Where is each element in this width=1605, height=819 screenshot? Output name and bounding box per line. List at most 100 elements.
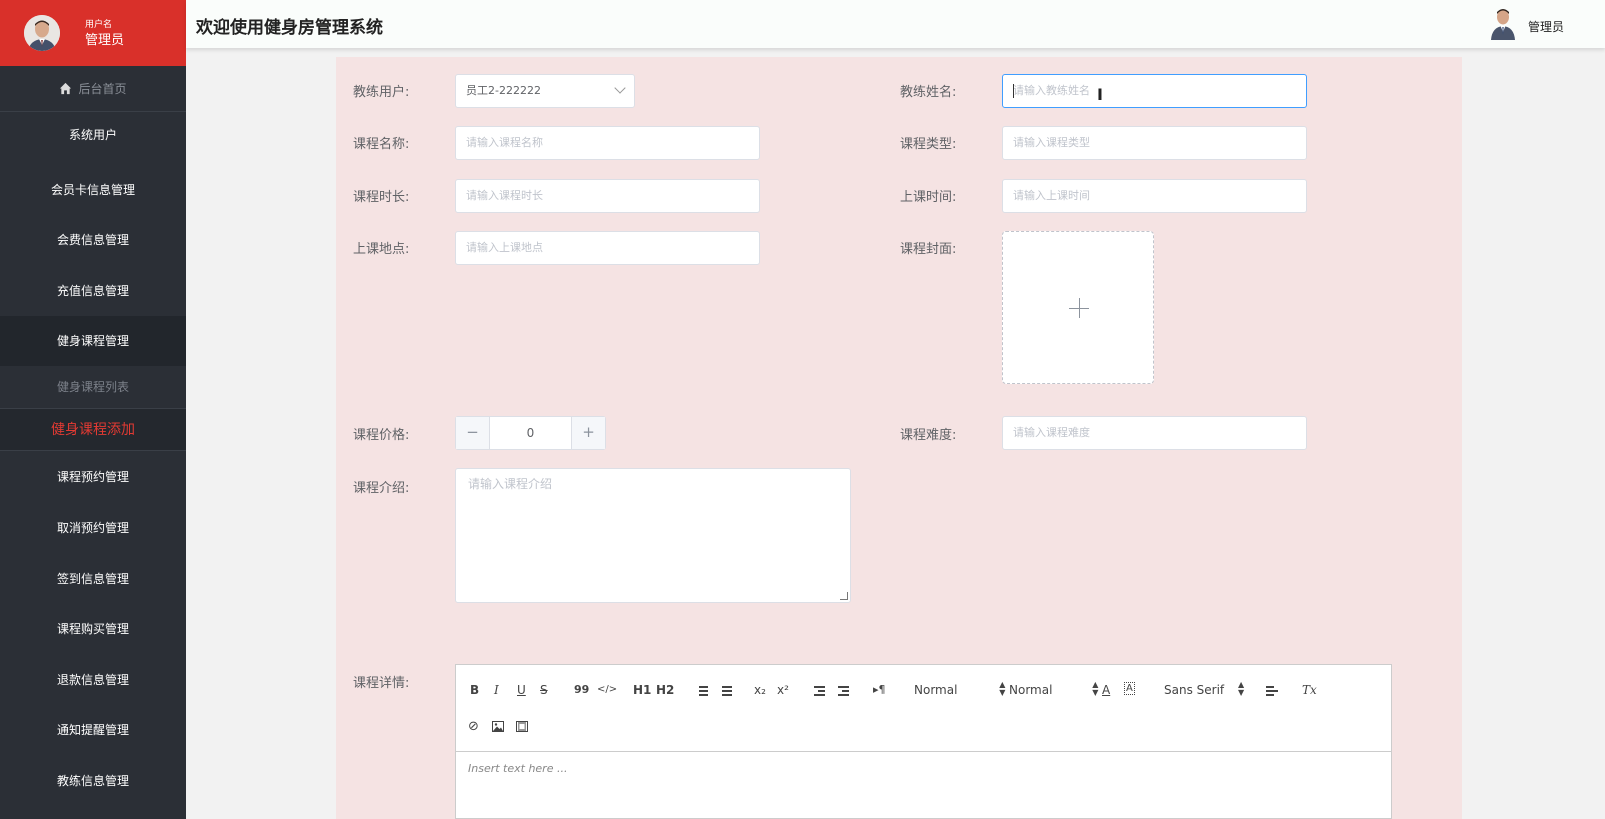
clean-format-icon[interactable]: Tx bbox=[1302, 683, 1317, 697]
bold-icon[interactable]: B bbox=[470, 683, 479, 697]
header-select-value: Normal bbox=[914, 683, 958, 697]
indent-line bbox=[818, 690, 825, 692]
chevron-down-icon bbox=[614, 82, 626, 94]
location-label: 上课地点: bbox=[353, 242, 410, 257]
align-line bbox=[1266, 690, 1278, 692]
price-stepper[interactable]: − 0 + bbox=[455, 416, 606, 450]
italic-icon[interactable]: I bbox=[494, 683, 499, 697]
course-name-input[interactable]: 请输入课程名称 bbox=[455, 126, 760, 160]
top-header: 欢迎使用健身房管理系统 管理员 bbox=[186, 0, 1605, 48]
sidebar-item-fee-management[interactable]: 会费信息管理 bbox=[0, 215, 186, 265]
sidebar-user-header: 用户名 管理员 bbox=[0, 0, 186, 66]
code-icon[interactable]: </> bbox=[597, 684, 617, 695]
price-value[interactable]: 0 bbox=[490, 417, 571, 449]
coach-user-label: 教练用户: bbox=[353, 85, 410, 100]
editor-placeholder: Insert text here ... bbox=[468, 762, 568, 775]
sidebar-item-system-users[interactable]: 系统用户 bbox=[0, 112, 186, 158]
difficulty-input[interactable]: 请输入课程难度 bbox=[1002, 416, 1307, 450]
list-line bbox=[722, 686, 732, 688]
editor-toolbar: B I U S 99 </> H1 H2 x₂ x² ▸¶ Normal ▲ ▼… bbox=[456, 665, 1391, 752]
page-title: 欢迎使用健身房管理系统 bbox=[196, 18, 383, 38]
header-select[interactable]: Normal ▲ ▼ bbox=[914, 681, 1005, 698]
sidebar-item-checkin-management[interactable]: 签到信息管理 bbox=[0, 554, 186, 604]
coach-user-select[interactable]: 员工2-222222 bbox=[455, 74, 635, 108]
strike-icon[interactable]: S bbox=[540, 683, 548, 697]
intro-textarea[interactable]: 请输入课程介绍 bbox=[455, 468, 851, 603]
sidebar-item-course-management[interactable]: 健身课程管理 bbox=[0, 316, 186, 366]
difficulty-label: 课程难度: bbox=[900, 428, 957, 443]
duration-input[interactable]: 请输入课程时长 bbox=[455, 179, 760, 213]
background-color-icon[interactable]: A bbox=[1124, 682, 1135, 695]
updown-icon: ▲ ▼ bbox=[1237, 680, 1245, 697]
detail-label: 课程详情: bbox=[353, 676, 410, 691]
class-time-label: 上课时间: bbox=[900, 190, 957, 205]
updown-icon: ▲ ▼ bbox=[1092, 680, 1099, 697]
size-select-value: Normal bbox=[1009, 683, 1053, 697]
sidebar-item-course-list[interactable]: 健身课程列表 bbox=[0, 366, 186, 408]
sidebar-item-notification-management[interactable]: 通知提醒管理 bbox=[0, 705, 186, 755]
sidebar: 用户名 管理员 后台首页 系统用户 会员卡信息管理 会费信息管理 充值信息管理 … bbox=[0, 0, 186, 819]
text-direction-icon[interactable]: ▸¶ bbox=[873, 683, 886, 696]
font-select-value: Sans Serif bbox=[1164, 683, 1225, 697]
indent-line bbox=[814, 686, 825, 688]
intro-placeholder: 请输入课程介绍 bbox=[468, 477, 553, 491]
class-time-input[interactable]: 请输入上课时间 bbox=[1002, 179, 1307, 213]
link-icon[interactable]: ⊘ bbox=[468, 719, 479, 734]
intro-label: 课程介绍: bbox=[353, 481, 410, 496]
h1-icon[interactable]: H1 bbox=[633, 683, 651, 697]
minus-icon[interactable]: − bbox=[456, 417, 490, 449]
plus-icon-vertical bbox=[1079, 298, 1080, 318]
sidebar-item-booking-management[interactable]: 课程预约管理 bbox=[0, 452, 186, 502]
user-name: 管理员 bbox=[85, 33, 125, 48]
sidebar-item-coach-management[interactable]: 教练信息管理 bbox=[0, 756, 186, 806]
header-user-name[interactable]: 管理员 bbox=[1528, 18, 1564, 35]
indent-line bbox=[842, 690, 849, 692]
align-line bbox=[1266, 686, 1274, 688]
blockquote-icon[interactable]: 99 bbox=[574, 683, 589, 696]
indent-line bbox=[838, 686, 849, 688]
cover-label: 课程封面: bbox=[900, 242, 957, 257]
subscript-icon[interactable]: x₂ bbox=[754, 683, 766, 697]
sidebar-item-purchase-management[interactable]: 课程购买管理 bbox=[0, 604, 186, 654]
course-name-label: 课程名称: bbox=[353, 137, 410, 152]
sidebar-item-home[interactable]: 后台首页 bbox=[0, 66, 186, 112]
font-select[interactable]: Sans Serif ▲ ▼ bbox=[1164, 681, 1244, 698]
avatar[interactable] bbox=[24, 15, 60, 51]
coach-user-value: 员工2-222222 bbox=[466, 84, 541, 97]
duration-label: 课程时长: bbox=[353, 190, 410, 205]
text-caret bbox=[1013, 84, 1014, 98]
list-line bbox=[699, 686, 708, 688]
align-line bbox=[1266, 694, 1274, 696]
user-name-label: 用户名 bbox=[85, 20, 113, 30]
underline-icon[interactable]: U bbox=[517, 683, 526, 697]
updown-icon: ▲ ▼ bbox=[999, 680, 1006, 697]
rich-text-editor[interactable]: B I U S 99 </> H1 H2 x₂ x² ▸¶ Normal ▲ ▼… bbox=[455, 664, 1392, 819]
cover-upload[interactable] bbox=[1002, 231, 1154, 384]
list-line bbox=[699, 690, 708, 692]
size-select[interactable]: Normal ▲ ▼ bbox=[1009, 681, 1098, 698]
sidebar-item-cancel-booking[interactable]: 取消预约管理 bbox=[0, 503, 186, 553]
superscript-icon[interactable]: x² bbox=[777, 683, 789, 697]
sidebar-item-card-management[interactable]: 会员卡信息管理 bbox=[0, 165, 186, 215]
plus-icon[interactable]: + bbox=[571, 417, 605, 449]
list-line bbox=[722, 690, 732, 692]
indent-line bbox=[814, 694, 825, 696]
home-icon bbox=[60, 82, 72, 95]
coach-name-input[interactable]: 请输入教练姓名 bbox=[1002, 74, 1307, 108]
price-label: 课程价格: bbox=[353, 428, 410, 443]
ibeam-cursor-icon: I bbox=[1097, 85, 1103, 104]
coach-name-placeholder: 请输入教练姓名 bbox=[1013, 84, 1090, 97]
resize-handle-icon[interactable] bbox=[840, 592, 848, 600]
font-color-icon[interactable]: A bbox=[1102, 683, 1110, 697]
sidebar-item-label: 后台首页 bbox=[78, 82, 127, 96]
course-type-label: 课程类型: bbox=[900, 137, 957, 152]
h2-icon[interactable]: H2 bbox=[656, 683, 674, 697]
sidebar-item-refund-management[interactable]: 退款信息管理 bbox=[0, 655, 186, 705]
coach-name-label: 教练姓名: bbox=[900, 85, 957, 100]
location-input[interactable]: 请输入上课地点 bbox=[455, 231, 760, 265]
list-line bbox=[722, 694, 732, 696]
header-avatar[interactable] bbox=[1490, 6, 1516, 40]
course-type-input[interactable]: 请输入课程类型 bbox=[1002, 126, 1307, 160]
sidebar-item-recharge-management[interactable]: 充值信息管理 bbox=[0, 266, 186, 316]
sidebar-item-course-add[interactable]: 健身课程添加 bbox=[0, 408, 186, 451]
